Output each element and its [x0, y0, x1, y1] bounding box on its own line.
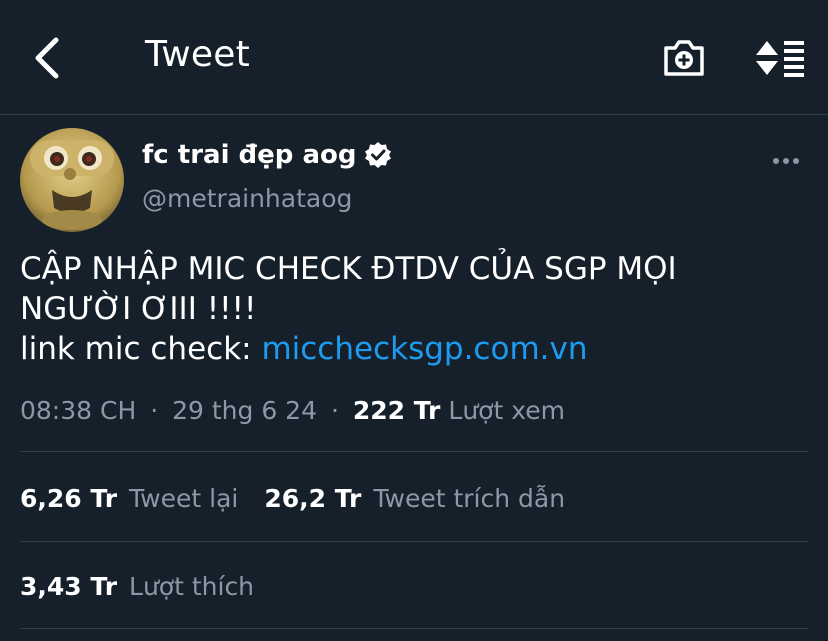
tweet-text-line: NGƯỜI ƠIII !!!!: [20, 291, 257, 327]
camera-plus-icon: [664, 40, 704, 76]
retweets-label: Tweet lại: [129, 484, 239, 513]
tweet-date: 29 thg 6 24: [172, 396, 317, 425]
sort-list-icon: [756, 41, 804, 77]
divider: [20, 541, 808, 542]
camera-button[interactable]: [660, 34, 708, 82]
avatar-image: [20, 128, 124, 232]
link-prefix: link mic check:: [20, 331, 262, 367]
display-name-text: fc trai đẹp aog: [142, 140, 357, 170]
retweets-count: 6,26 Tr: [20, 484, 118, 513]
retweets-stat[interactable]: 6,26 Tr Tweet lại: [20, 484, 238, 513]
avatar[interactable]: [20, 128, 124, 232]
verified-badge-icon: [364, 141, 392, 169]
views-count[interactable]: 222 Tr: [353, 396, 441, 425]
tweet-link[interactable]: micchecksgp.com.vn: [261, 331, 587, 367]
tweet-link-line: link mic check: micchecksgp.com.vn: [20, 329, 810, 369]
back-button[interactable]: [22, 30, 72, 86]
more-dots-icon: [773, 158, 799, 164]
quotes-count: 26,2 Tr: [264, 484, 362, 513]
tweet-time: 08:38 CH: [20, 396, 137, 425]
author-display-name[interactable]: fc trai đẹp aog: [142, 140, 392, 170]
tweet-text: CẬP NHẬP MIC CHECK ĐTDV CỦA SGP MỌI NGƯỜ…: [20, 249, 810, 369]
likes-count: 3,43 Tr: [20, 572, 118, 601]
views-label: Lượt xem: [448, 396, 565, 425]
author-handle[interactable]: @metrainhataog: [142, 184, 352, 213]
divider: [20, 451, 808, 452]
likes-label: Lượt thích: [129, 572, 255, 601]
quote-tweets-stat[interactable]: 26,2 Tr Tweet trích dẫn: [264, 484, 565, 513]
likes-stat[interactable]: 3,43 Tr Lượt thích: [20, 572, 254, 601]
divider: [20, 628, 808, 629]
tweet-meta: 08:38 CH · 29 thg 6 24 · 222 Tr Lượt xem: [20, 396, 565, 425]
top-bar: Tweet: [0, 0, 828, 115]
tweet-text-line: CẬP NHẬP MIC CHECK ĐTDV CỦA SGP MỌI: [20, 251, 677, 287]
meta-separator: ·: [150, 396, 159, 425]
sort-button[interactable]: [752, 34, 808, 82]
quotes-label: Tweet trích dẫn: [373, 484, 566, 513]
meta-separator: ·: [330, 396, 339, 425]
stats-row-reposts: 6,26 Tr Tweet lại 26,2 Tr Tweet trích dẫ…: [20, 484, 565, 513]
stats-row-likes: 3,43 Tr Lượt thích: [20, 572, 254, 601]
more-options-button[interactable]: [764, 146, 808, 176]
chevron-left-icon: [35, 37, 59, 79]
page-title: Tweet: [145, 34, 250, 75]
